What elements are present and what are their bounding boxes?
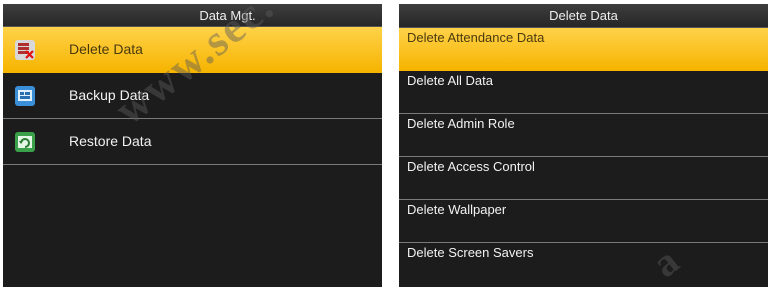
menu-item-label: Delete Admin Role <box>407 116 515 131</box>
menu-item-delete-data[interactable]: Delete Data <box>3 27 382 73</box>
menu-item-delete-attendance-data[interactable]: Delete Attendance Data <box>399 28 768 71</box>
data-mgt-title: Data Mgt. <box>3 4 382 27</box>
menu-item-label: Delete Wallpaper <box>407 202 507 217</box>
backup-data-icon <box>15 86 35 106</box>
menu-item-label: Backup Data <box>69 87 150 103</box>
menu-item-backup-data[interactable]: Backup Data <box>3 73 382 119</box>
menu-item-delete-all-data[interactable]: Delete All Data <box>399 71 768 114</box>
menu-item-restore-data[interactable]: Restore Data <box>3 119 382 165</box>
delete-data-title: Delete Data <box>399 4 768 28</box>
menu-item-delete-screen-savers[interactable]: Delete Screen Savers <box>399 243 768 286</box>
data-mgt-screen: Data Mgt. Delete Data Backup Data Restor… <box>3 4 382 287</box>
menu-item-label: Delete Access Control <box>407 159 535 174</box>
delete-data-menu: Delete Attendance Data Delete All Data D… <box>399 28 768 286</box>
menu-item-delete-access-control[interactable]: Delete Access Control <box>399 157 768 200</box>
menu-item-label: Restore Data <box>69 133 152 149</box>
menu-item-delete-admin-role[interactable]: Delete Admin Role <box>399 114 768 157</box>
menu-item-delete-wallpaper[interactable]: Delete Wallpaper <box>399 200 768 243</box>
delete-data-screen: Delete Data Delete Attendance Data Delet… <box>399 4 768 287</box>
data-mgt-menu: Delete Data Backup Data Restore Data <box>3 27 382 165</box>
menu-item-label: Delete Attendance Data <box>407 30 545 45</box>
restore-data-icon <box>15 132 35 152</box>
menu-item-label: Delete All Data <box>407 73 493 88</box>
delete-data-icon <box>15 40 35 60</box>
menu-item-label: Delete Data <box>69 41 143 57</box>
menu-item-label: Delete Screen Savers <box>407 245 534 260</box>
